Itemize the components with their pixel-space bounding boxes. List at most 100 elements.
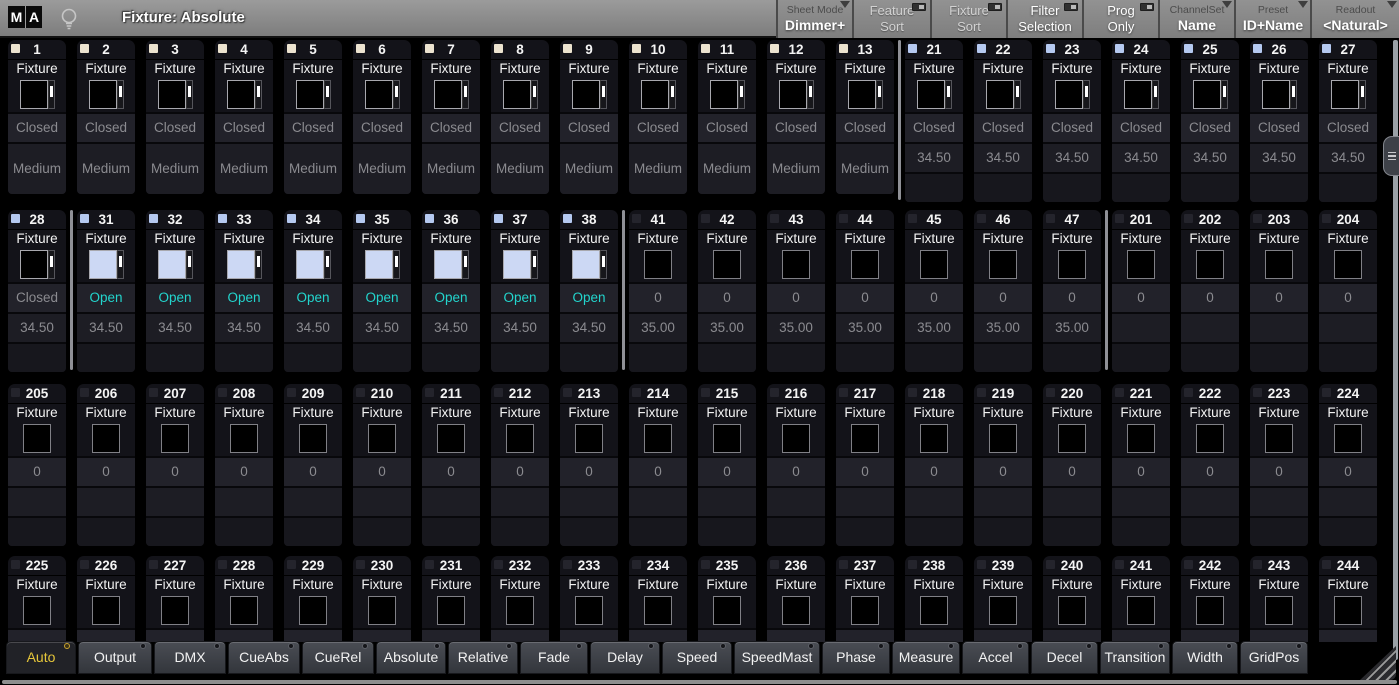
fixture-cell[interactable]: 3FixtureClosedMedium [146, 40, 204, 194]
fixture-cell[interactable]: 9FixtureClosedMedium [560, 40, 618, 194]
fixture-cell[interactable]: 47Fixture035.00 [1043, 210, 1101, 372]
tab-auto[interactable]: Auto [6, 641, 76, 674]
fixture-cell[interactable]: 207Fixture0 [146, 384, 204, 546]
fixture-cell[interactable]: 206Fixture0 [77, 384, 135, 546]
fixture-cell[interactable]: 238Fixture [905, 556, 963, 642]
fixture-cell[interactable]: 42Fixture035.00 [698, 210, 756, 372]
tab-transition[interactable]: Transition [1100, 641, 1170, 674]
toolbar-button-readout[interactable]: Readout<Natural> [1310, 0, 1399, 38]
vertical-scrollbar-track[interactable] [1393, 40, 1398, 660]
tab-width[interactable]: Width [1172, 641, 1238, 674]
fixture-cell[interactable]: 225Fixture [8, 556, 66, 642]
fixture-cell[interactable]: 240Fixture [1043, 556, 1101, 642]
tab-speed[interactable]: Speed [662, 641, 732, 674]
fixture-cell[interactable]: 227Fixture [146, 556, 204, 642]
fixture-cell[interactable]: 36FixtureOpen34.50 [422, 210, 480, 372]
fixture-cell[interactable]: 208Fixture0 [215, 384, 273, 546]
fixture-cell[interactable]: 5FixtureClosedMedium [284, 40, 342, 194]
fixture-cell[interactable]: 226Fixture [77, 556, 135, 642]
fixture-cell[interactable]: 233Fixture [560, 556, 618, 642]
fixture-cell[interactable]: 4FixtureClosedMedium [215, 40, 273, 194]
fixture-cell[interactable]: 21FixtureClosed34.50 [905, 40, 963, 202]
fixture-cell[interactable]: 27FixtureClosed34.50 [1319, 40, 1377, 202]
tab-cuerel[interactable]: CueRel [302, 641, 374, 674]
tab-decel[interactable]: Decel [1031, 641, 1098, 674]
fixture-cell[interactable]: 232Fixture [491, 556, 549, 642]
fixture-cell[interactable]: 242Fixture [1181, 556, 1239, 642]
fixture-cell[interactable]: 6FixtureClosedMedium [353, 40, 411, 194]
fixture-cell[interactable]: 201Fixture0 [1112, 210, 1170, 372]
tab-cueabs[interactable]: CueAbs [228, 641, 300, 674]
fixture-cell[interactable]: 8FixtureClosedMedium [491, 40, 549, 194]
fixture-cell[interactable]: 2FixtureClosedMedium [77, 40, 135, 194]
tab-measure[interactable]: Measure [892, 641, 960, 674]
fixture-cell[interactable]: 223Fixture0 [1250, 384, 1308, 546]
fixture-cell[interactable]: 237Fixture [836, 556, 894, 642]
fixture-cell[interactable]: 215Fixture0 [698, 384, 756, 546]
tab-absolute[interactable]: Absolute [376, 641, 446, 674]
fixture-cell[interactable]: 37FixtureOpen34.50 [491, 210, 549, 372]
toolbar-button-filter-selection[interactable]: FilterSelection [1006, 0, 1082, 38]
tab-accel[interactable]: Accel [962, 641, 1029, 674]
fixture-cell[interactable]: 219Fixture0 [974, 384, 1032, 546]
toolbar-button-channelset[interactable]: ChannelSetName [1158, 0, 1234, 38]
fixture-cell[interactable]: 204Fixture0 [1319, 210, 1377, 372]
fixture-cell[interactable]: 231Fixture [422, 556, 480, 642]
fixture-cell[interactable]: 1FixtureClosedMedium [8, 40, 66, 194]
tab-dmx[interactable]: DMX [154, 641, 226, 674]
fixture-cell[interactable]: 22FixtureClosed34.50 [974, 40, 1032, 202]
fixture-cell[interactable]: 44Fixture035.00 [836, 210, 894, 372]
fixture-cell[interactable]: 234Fixture [629, 556, 687, 642]
fixture-cell[interactable]: 209Fixture0 [284, 384, 342, 546]
fixture-cell[interactable]: 244Fixture [1319, 556, 1377, 642]
fixture-cell[interactable]: 243Fixture [1250, 556, 1308, 642]
toolbar-button-sheet-mode[interactable]: Sheet ModeDimmer+ [776, 0, 852, 38]
fixture-cell[interactable]: 211Fixture0 [422, 384, 480, 546]
toolbar-button-fixture-sort[interactable]: FixtureSort [930, 0, 1006, 38]
fixture-cell[interactable]: 205Fixture0 [8, 384, 66, 546]
fixture-cell[interactable]: 239Fixture [974, 556, 1032, 642]
tab-delay[interactable]: Delay [590, 641, 660, 674]
fixture-cell[interactable]: 220Fixture0 [1043, 384, 1101, 546]
fixture-cell[interactable]: 45Fixture035.00 [905, 210, 963, 372]
fixture-cell[interactable]: 214Fixture0 [629, 384, 687, 546]
fixture-cell[interactable]: 229Fixture [284, 556, 342, 642]
fixture-cell[interactable]: 216Fixture0 [767, 384, 825, 546]
fixture-cell[interactable]: 31FixtureOpen34.50 [77, 210, 135, 372]
fixture-cell[interactable]: 230Fixture [353, 556, 411, 642]
fixture-cell[interactable]: 34FixtureOpen34.50 [284, 210, 342, 372]
fixture-cell[interactable]: 35FixtureOpen34.50 [353, 210, 411, 372]
fixture-cell[interactable]: 224Fixture0 [1319, 384, 1377, 546]
toolbar-button-preset[interactable]: PresetID+Name [1234, 0, 1310, 38]
tab-speedmast[interactable]: SpeedMast [734, 641, 820, 674]
fixture-cell[interactable]: 221Fixture0 [1112, 384, 1170, 546]
tab-phase[interactable]: Phase [822, 641, 890, 674]
fixture-cell[interactable]: 203Fixture0 [1250, 210, 1308, 372]
fixture-cell[interactable]: 210Fixture0 [353, 384, 411, 546]
fixture-cell[interactable]: 25FixtureClosed34.50 [1181, 40, 1239, 202]
tab-gridpos[interactable]: GridPos [1240, 641, 1308, 674]
fixture-cell[interactable]: 218Fixture0 [905, 384, 963, 546]
fixture-cell[interactable]: 32FixtureOpen34.50 [146, 210, 204, 372]
fixture-cell[interactable]: 7FixtureClosedMedium [422, 40, 480, 194]
fixture-cell[interactable]: 228Fixture [215, 556, 273, 642]
fixture-cell[interactable]: 23FixtureClosed34.50 [1043, 40, 1101, 202]
fixture-cell[interactable]: 12FixtureClosedMedium [767, 40, 825, 194]
fixture-cell[interactable]: 33FixtureOpen34.50 [215, 210, 273, 372]
fixture-cell[interactable]: 24FixtureClosed34.50 [1112, 40, 1170, 202]
fixture-cell[interactable]: 10FixtureClosedMedium [629, 40, 687, 194]
tab-output[interactable]: Output [78, 641, 152, 674]
fixture-cell[interactable]: 46Fixture035.00 [974, 210, 1032, 372]
fixture-cell[interactable]: 212Fixture0 [491, 384, 549, 546]
fixture-cell[interactable]: 235Fixture [698, 556, 756, 642]
toolbar-button-feature-sort[interactable]: FeatureSort [852, 0, 930, 38]
fixture-cell[interactable]: 213Fixture0 [560, 384, 618, 546]
fixture-cell[interactable]: 202Fixture0 [1181, 210, 1239, 372]
tab-fade[interactable]: Fade [520, 641, 588, 674]
fixture-cell[interactable]: 11FixtureClosedMedium [698, 40, 756, 194]
fixture-cell[interactable]: 41Fixture035.00 [629, 210, 687, 372]
fixture-cell[interactable]: 43Fixture035.00 [767, 210, 825, 372]
fixture-cell[interactable]: 241Fixture [1112, 556, 1170, 642]
vertical-scrollbar-grip[interactable] [1383, 136, 1399, 176]
fixture-cell[interactable]: 236Fixture [767, 556, 825, 642]
